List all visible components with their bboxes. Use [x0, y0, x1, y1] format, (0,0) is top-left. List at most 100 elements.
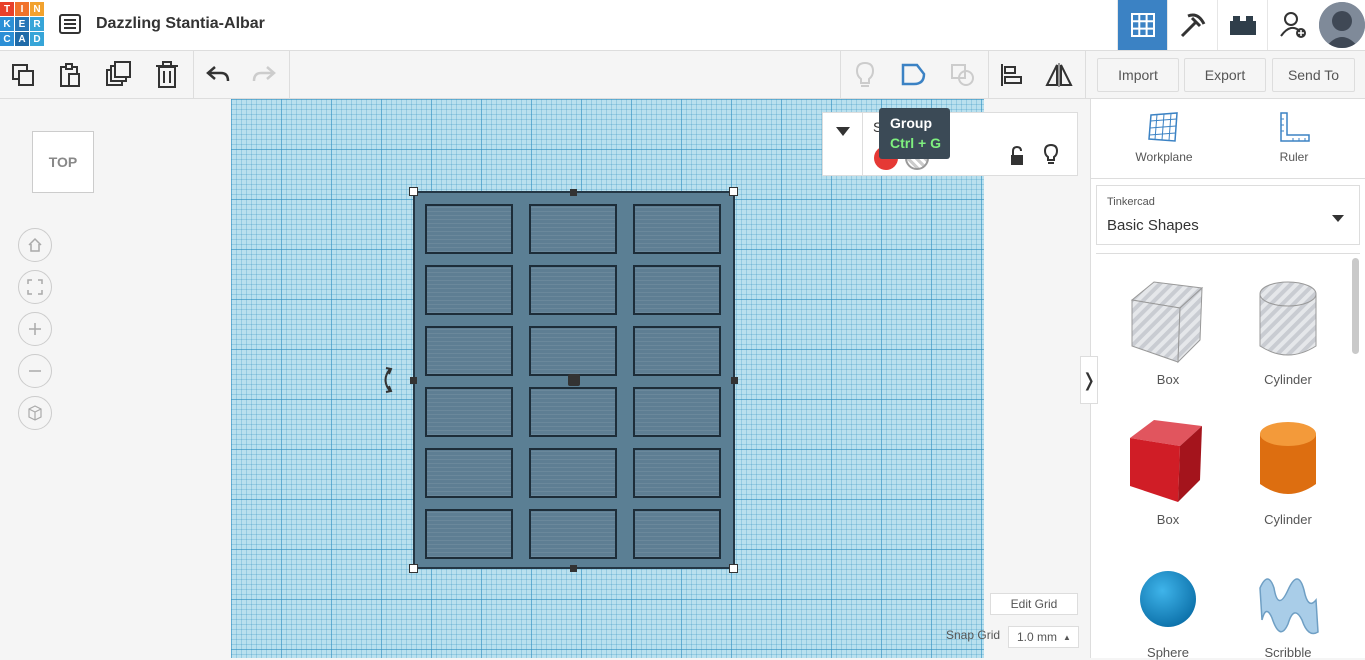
- tinkercad-logo[interactable]: T I N K E R C A D: [0, 2, 46, 48]
- toolbar-divider: [193, 51, 194, 98]
- zoom-out-button[interactable]: [18, 354, 52, 388]
- resize-handle[interactable]: [410, 377, 417, 384]
- logo-letter: K: [0, 17, 14, 31]
- user-avatar[interactable]: [1319, 2, 1365, 48]
- shape-cell: [633, 265, 721, 315]
- shape-cell: [529, 326, 617, 376]
- collapse-panel-button[interactable]: ❭: [1080, 356, 1098, 404]
- logo-letter: I: [15, 2, 29, 16]
- shape-cell: [425, 265, 513, 315]
- paste-button[interactable]: [47, 51, 93, 98]
- home-view-button[interactable]: [18, 228, 52, 262]
- paste-icon: [60, 62, 80, 87]
- shape-box-hole[interactable]: Box: [1118, 272, 1218, 387]
- redo-button[interactable]: [241, 51, 287, 98]
- group-button[interactable]: [891, 51, 937, 98]
- trash-icon: [156, 60, 178, 88]
- sphere-icon: [1140, 571, 1196, 627]
- design-list-icon[interactable]: [58, 12, 82, 36]
- undo-button[interactable]: [195, 51, 241, 98]
- pickaxe-icon: [1180, 13, 1205, 38]
- shape-panel-scrollbar[interactable]: [1352, 258, 1359, 354]
- resize-handle[interactable]: [570, 189, 577, 196]
- lock-button[interactable]: [1009, 145, 1025, 171]
- delete-button[interactable]: [144, 51, 190, 98]
- resize-handle[interactable]: [409, 564, 418, 573]
- logo-letter: R: [30, 17, 44, 31]
- brick-icon: [1229, 16, 1256, 35]
- shape-cell: [529, 204, 617, 254]
- import-button[interactable]: Import: [1097, 58, 1179, 92]
- add-user-button[interactable]: [1267, 0, 1317, 50]
- undo-icon: [206, 65, 230, 81]
- group-icon: [901, 63, 926, 85]
- send-to-button[interactable]: Send To: [1272, 58, 1355, 92]
- shape-label: Cylinder: [1264, 512, 1312, 527]
- duplicate-button[interactable]: [96, 51, 142, 98]
- panel-divider: [1091, 178, 1365, 179]
- shape-cell: [529, 448, 617, 498]
- copy-button[interactable]: [0, 51, 46, 98]
- export-button[interactable]: Export: [1184, 58, 1266, 92]
- snap-grid-label: Snap Grid: [946, 628, 1001, 642]
- resize-handle[interactable]: [729, 187, 738, 196]
- shape-cell: [425, 326, 513, 376]
- library-name: Basic Shapes: [1107, 217, 1199, 234]
- workplane-tool[interactable]: Workplane: [1114, 109, 1214, 164]
- perspective-button[interactable]: [18, 396, 52, 430]
- 3d-design-view-button[interactable]: [1117, 0, 1167, 50]
- codeblocks-view-button[interactable]: [1167, 0, 1217, 50]
- edit-grid-button[interactable]: Edit Grid: [990, 593, 1078, 615]
- mirror-icon: [1045, 62, 1073, 87]
- snap-grid-select[interactable]: 1.0 mm ▲: [1008, 626, 1079, 648]
- design-title[interactable]: Dazzling Stantia-Albar: [96, 15, 265, 33]
- shape-cell: [425, 204, 513, 254]
- grid-icon: [1130, 13, 1155, 37]
- toolbar-divider: [1085, 51, 1086, 98]
- shape-cylinder-hole[interactable]: Cylinder: [1238, 272, 1338, 387]
- workplane-label: Workplane: [1135, 150, 1193, 164]
- shape-label: Box: [1156, 512, 1180, 527]
- plus-icon: [29, 323, 41, 335]
- tooltip-shortcut: Ctrl + G: [890, 135, 941, 151]
- view-cube[interactable]: TOP: [32, 131, 94, 193]
- caret-down-icon: [835, 127, 850, 136]
- shape-inspector: S e): [822, 112, 1078, 176]
- align-icon: [1001, 63, 1022, 86]
- hide-button[interactable]: [1043, 143, 1059, 171]
- align-button[interactable]: [989, 51, 1035, 98]
- shape-sphere[interactable]: Sphere: [1118, 560, 1218, 660]
- fit-view-button[interactable]: [18, 270, 52, 304]
- resize-handle[interactable]: [409, 187, 418, 196]
- chevron-right-icon: ❭: [1081, 369, 1097, 390]
- shape-box[interactable]: Box: [1118, 412, 1218, 527]
- rotate-handle[interactable]: [378, 366, 396, 399]
- shape-scribble[interactable]: Scribble: [1238, 560, 1338, 660]
- shape-label: Box: [1156, 372, 1180, 387]
- resize-handle[interactable]: [570, 565, 577, 572]
- workplane-icon: [1148, 112, 1178, 142]
- zoom-in-button[interactable]: [18, 312, 52, 346]
- shape-cell: [633, 326, 721, 376]
- height-handle[interactable]: [568, 374, 580, 386]
- bricks-view-button[interactable]: [1217, 0, 1267, 50]
- minus-icon: [29, 370, 41, 372]
- logo-letter: N: [30, 2, 44, 16]
- resize-handle[interactable]: [731, 377, 738, 384]
- ruler-label: Ruler: [1279, 150, 1309, 164]
- inspector-collapse-button[interactable]: [823, 113, 863, 175]
- top-bar: T I N K E R C A D Dazzling Stantia-Albar: [0, 0, 1365, 51]
- resize-handle[interactable]: [729, 564, 738, 573]
- tooltip-title: Group: [890, 115, 932, 131]
- panel-divider: [1096, 253, 1360, 254]
- logo-letter: T: [0, 2, 14, 16]
- show-all-button[interactable]: [842, 51, 888, 98]
- copy-icon: [12, 63, 34, 86]
- ruler-tool[interactable]: Ruler: [1244, 109, 1344, 164]
- shape-cell: [529, 509, 617, 559]
- ungroup-button[interactable]: [940, 51, 986, 98]
- shape-library-select[interactable]: Tinkercad Basic Shapes: [1096, 185, 1360, 245]
- rotate-icon: [384, 367, 393, 393]
- mirror-button[interactable]: [1036, 51, 1082, 98]
- shape-cylinder[interactable]: Cylinder: [1238, 412, 1338, 527]
